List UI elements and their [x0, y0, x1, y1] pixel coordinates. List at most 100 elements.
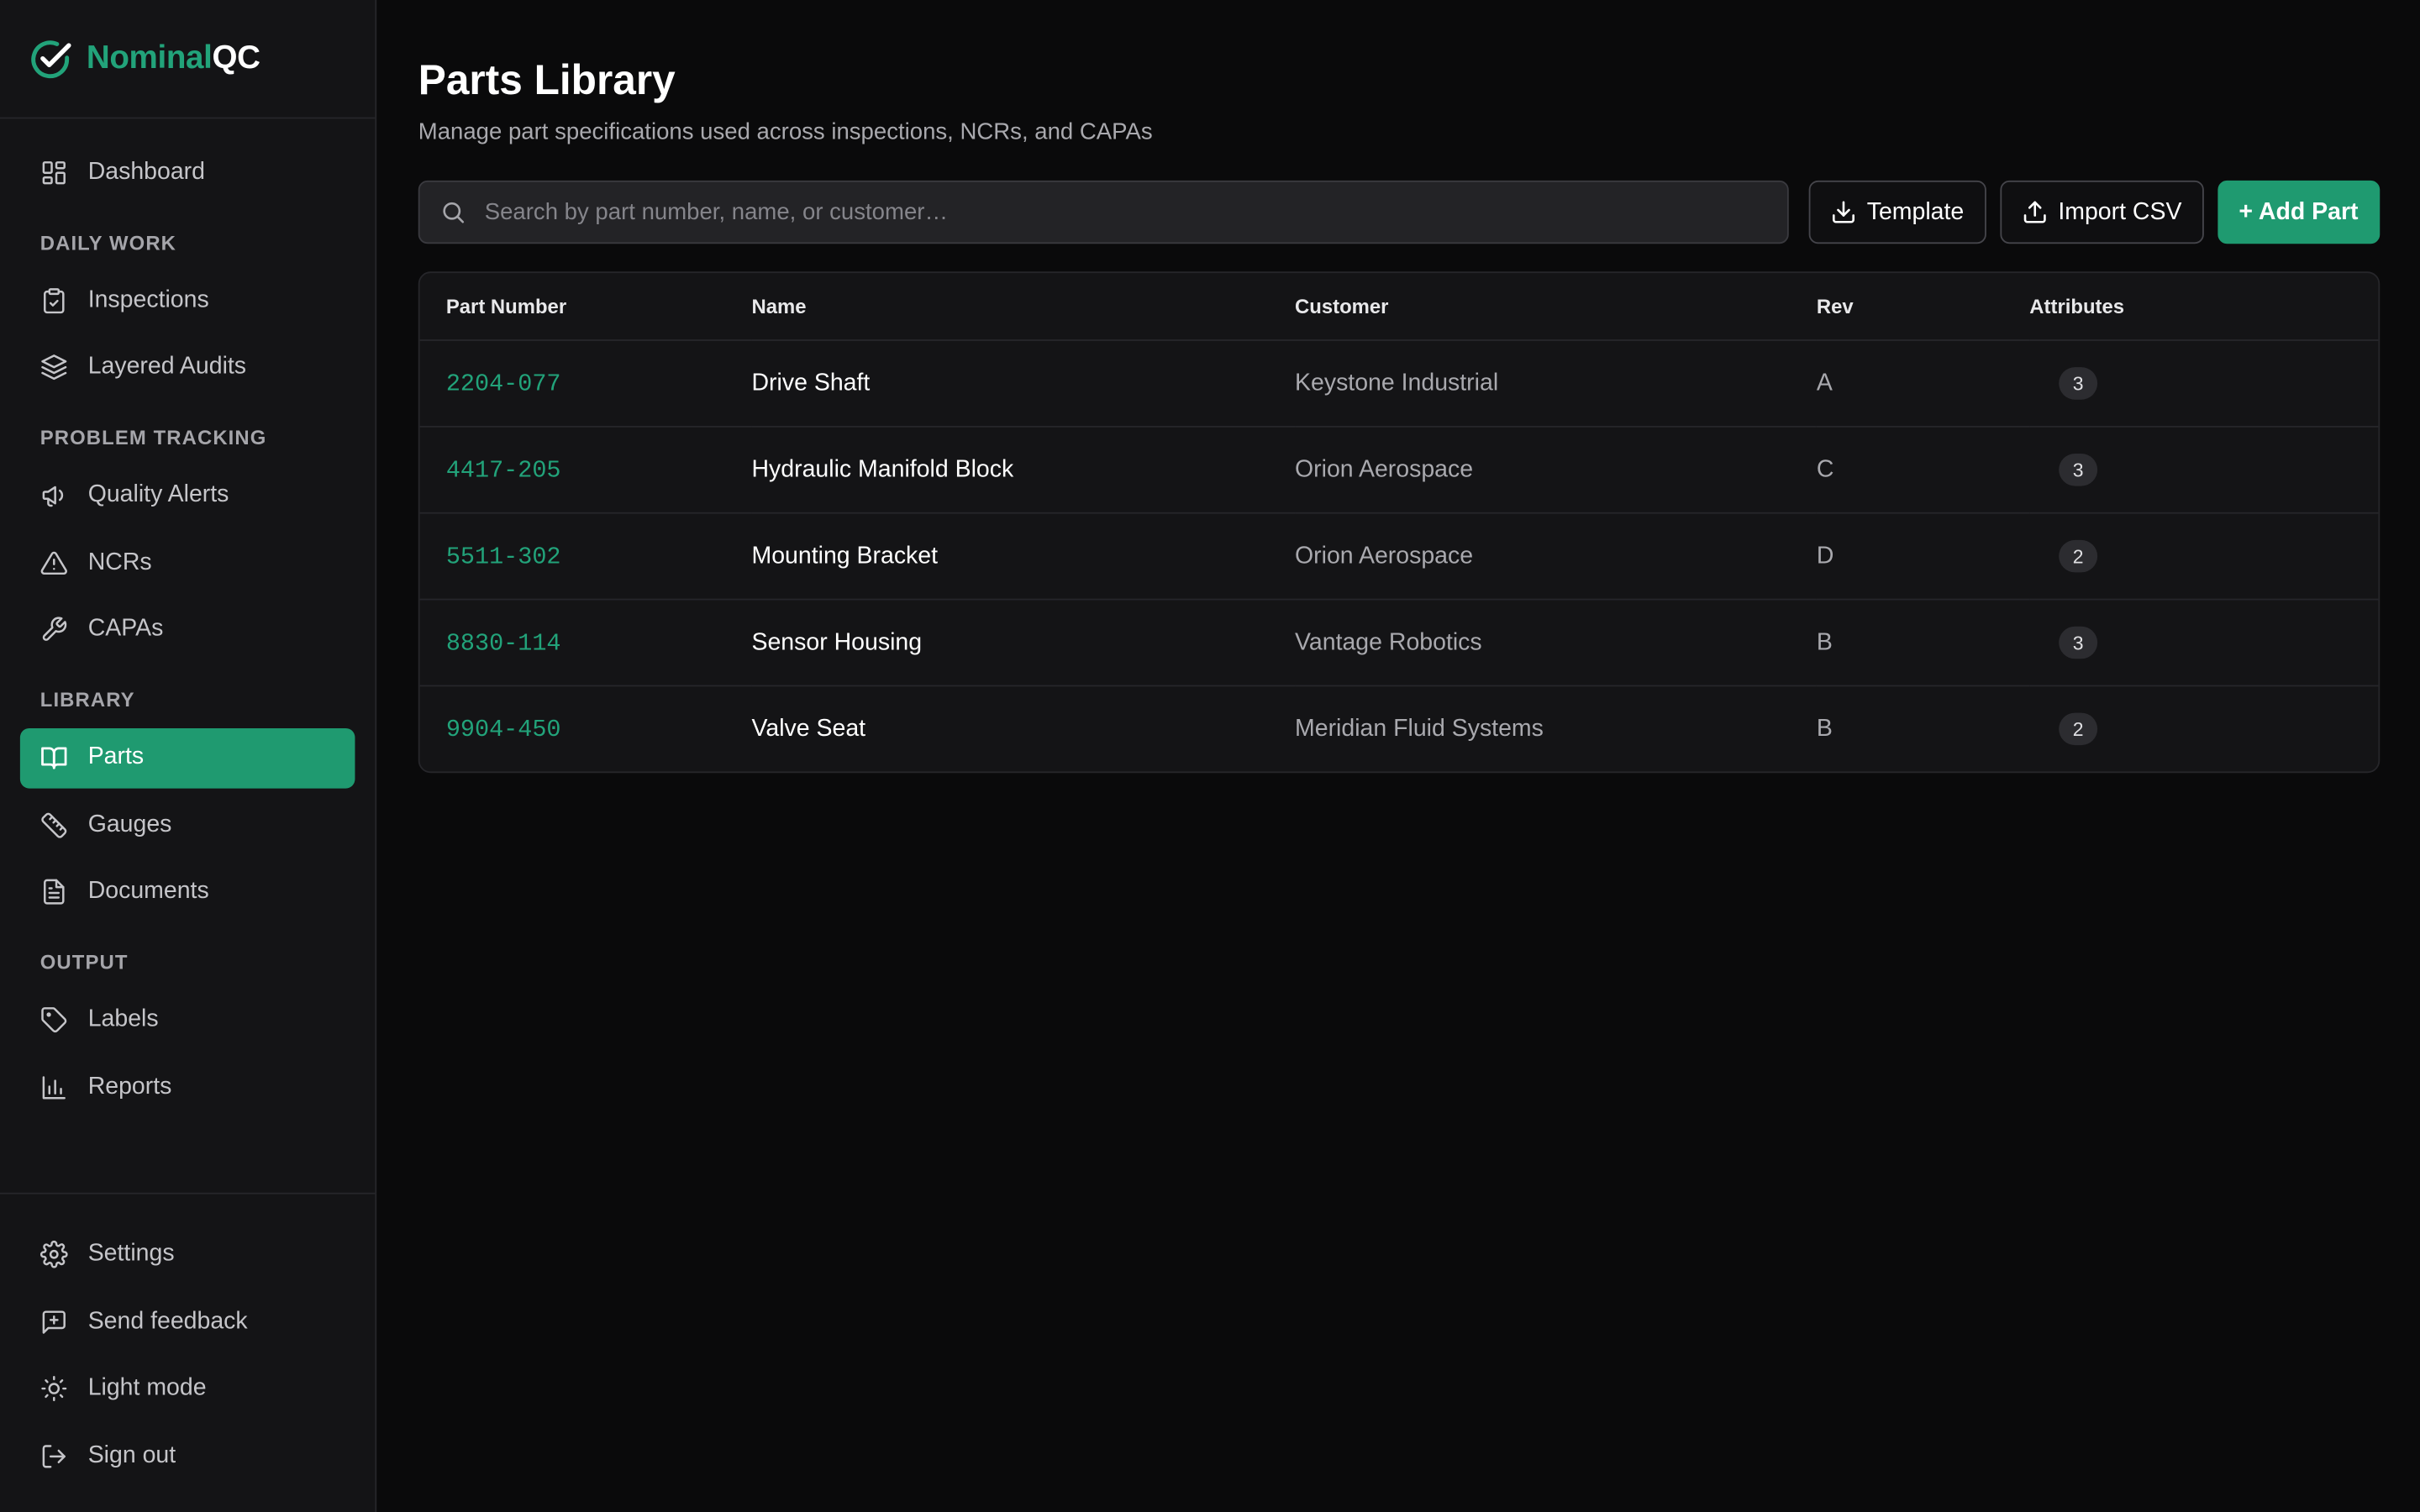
- part-number-link[interactable]: 8830-114: [446, 628, 561, 656]
- table-row[interactable]: 8830-114 Sensor Housing Vantage Robotics…: [419, 599, 2379, 687]
- toolbar: Template Import CSV + Add Part: [418, 180, 2381, 244]
- ruler-icon: [41, 812, 67, 838]
- part-name: Sensor Housing: [751, 599, 1296, 687]
- template-button[interactable]: Template: [1807, 180, 1986, 244]
- brand[interactable]: NominalQC: [0, 0, 376, 119]
- table-row[interactable]: 9904-450 Valve Seat Meridian Fluid Syste…: [420, 685, 2379, 771]
- sidebar-item-label: Parts: [87, 743, 145, 771]
- sidebar-item-label: Dashboard: [87, 158, 205, 185]
- sidebar-item-ncrs[interactable]: NCRs: [20, 533, 355, 593]
- sidebar-item-label: Labels: [87, 1006, 159, 1033]
- attributes-count-badge: 3: [2059, 626, 2098, 659]
- import-csv-button[interactable]: Import CSV: [1999, 180, 2204, 244]
- column-header-customer[interactable]: Customer: [1295, 273, 1817, 341]
- brand-name-part1: Nominal: [86, 39, 213, 76]
- table-row[interactable]: 4417-205 Hydraulic Manifold Block Orion …: [419, 426, 2379, 514]
- sidebar-item-labels[interactable]: Labels: [20, 990, 355, 1051]
- gear-icon: [39, 1241, 68, 1268]
- part-name: Drive Shaft: [751, 340, 1296, 428]
- sidebar-item-label: Documents: [87, 878, 209, 906]
- page-title: Parts Library: [418, 56, 676, 104]
- table-row[interactable]: 2204-077 Drive Shaft Keystone Industrial…: [419, 340, 2379, 428]
- part-number-link[interactable]: 9904-450: [446, 715, 561, 743]
- parts-table: Part Number Name Customer Rev Attributes…: [418, 271, 2381, 774]
- sidebar-item-light-mode[interactable]: Light mode: [20, 1359, 355, 1420]
- sidebar-item-send-feedback[interactable]: Send feedback: [20, 1292, 355, 1352]
- column-header-rev[interactable]: Rev: [1816, 273, 2030, 341]
- sidebar-item-label: Inspections: [87, 286, 209, 312]
- sidebar: NominalQC Dashboard DAILY WORK Inspectio…: [0, 0, 377, 1512]
- sidebar-item-quality-alerts[interactable]: Quality Alerts: [20, 465, 355, 526]
- check-circle-icon: [31, 39, 71, 78]
- part-rev: B: [1816, 715, 1833, 742]
- brand-name: NominalQC: [87, 40, 260, 77]
- sidebar-item-label: Light mode: [87, 1375, 207, 1402]
- table-header-row: Part Number Name Customer Rev Attributes: [419, 273, 2379, 341]
- part-number-link[interactable]: 5511-302: [446, 543, 561, 570]
- part-customer: Orion Aerospace: [1295, 512, 1817, 601]
- column-header-part-number[interactable]: Part Number: [419, 273, 752, 341]
- parts-table-grid: Part Number Name Customer Rev Attributes…: [419, 273, 2379, 771]
- sidebar-item-capas[interactable]: CAPAs: [20, 600, 355, 660]
- sidebar-item-label: Settings: [87, 1240, 175, 1268]
- nav-section-output: OUTPUT: [39, 951, 129, 974]
- part-rev: C: [1816, 426, 2030, 514]
- part-customer: Orion Aerospace: [1295, 426, 1817, 514]
- part-rev: D: [1816, 512, 2030, 601]
- sidebar-item-settings[interactable]: Settings: [20, 1225, 355, 1285]
- clipboard-check-icon: [44, 287, 65, 313]
- sidebar-item-sign-out[interactable]: Sign out: [20, 1426, 355, 1487]
- wrench-icon: [42, 617, 67, 642]
- column-header-attributes[interactable]: Attributes: [2029, 273, 2379, 341]
- sidebar-item-parts[interactable]: Parts: [19, 727, 355, 789]
- sidebar-item-dashboard[interactable]: Dashboard: [20, 142, 355, 202]
- document-icon: [44, 879, 65, 906]
- search-icon: [443, 202, 465, 223]
- part-rev: A: [1816, 340, 2030, 428]
- sidebar-item-label: Reports: [87, 1074, 172, 1100]
- warning-triangle-icon: [40, 551, 67, 575]
- sidebar-item-reports[interactable]: Reports: [20, 1058, 355, 1118]
- column-header-name[interactable]: Name: [751, 273, 1296, 341]
- nav-section-library: LIBRARY: [39, 688, 135, 712]
- part-name: Hydraulic Manifold Block: [751, 426, 1296, 514]
- book-open-icon: [41, 747, 67, 770]
- part-number-link[interactable]: 2204-077: [446, 370, 561, 397]
- dashboard-grid-icon: [42, 160, 66, 184]
- attributes-count-badge: 2: [2059, 712, 2098, 746]
- attributes-count-badge: 3: [2059, 454, 2098, 486]
- part-name: Mounting Bracket: [751, 512, 1296, 601]
- add-part-button[interactable]: + Add Part: [2217, 180, 2381, 244]
- part-number-link[interactable]: 4417-205: [446, 456, 561, 484]
- part-rev: B: [1816, 599, 2030, 687]
- part-customer: Keystone Industrial: [1295, 340, 1817, 428]
- table-row[interactable]: 5511-302 Mounting Bracket Orion Aerospac…: [419, 512, 2379, 601]
- template-button-label: Template: [1866, 198, 1965, 225]
- sidebar-item-label: NCRs: [87, 549, 152, 575]
- sidebar-item-gauges[interactable]: Gauges: [20, 795, 355, 856]
- bar-chart-icon: [42, 1076, 66, 1100]
- nav-section-daily-work: DAILY WORK: [39, 230, 177, 255]
- sidebar-item-layered-audits[interactable]: Layered Audits: [20, 337, 355, 397]
- attributes-count-badge: 3: [2059, 367, 2098, 400]
- search-box[interactable]: [418, 180, 1789, 244]
- brand-name-part2: QC: [212, 39, 260, 76]
- download-icon: [1832, 201, 1854, 223]
- layers-icon: [41, 354, 67, 381]
- sidebar-item-label: Sign out: [87, 1442, 176, 1469]
- part-name: Valve Seat: [751, 715, 866, 742]
- page-subtitle: Manage part specifications used across i…: [418, 118, 1153, 145]
- sidebar-bottom: Settings Send feedback Light mode Sign o…: [0, 1192, 376, 1512]
- nav-section-problem-tracking: PROBLEM TRACKING: [39, 426, 267, 449]
- upload-icon: [2023, 201, 2045, 223]
- sidebar-item-label: Layered Audits: [87, 353, 247, 381]
- sidebar-item-documents[interactable]: Documents: [20, 863, 355, 923]
- tag-icon: [41, 1007, 67, 1033]
- message-plus-icon: [42, 1310, 66, 1334]
- sign-out-icon: [42, 1445, 66, 1468]
- sidebar-item-inspections[interactable]: Inspections: [20, 270, 355, 330]
- sidebar-item-label: CAPAs: [87, 616, 164, 643]
- sidebar-item-label: Quality Alerts: [87, 481, 229, 508]
- search-input[interactable]: [481, 197, 1787, 228]
- main-content: Parts Library Manage part specifications…: [376, 0, 2420, 1512]
